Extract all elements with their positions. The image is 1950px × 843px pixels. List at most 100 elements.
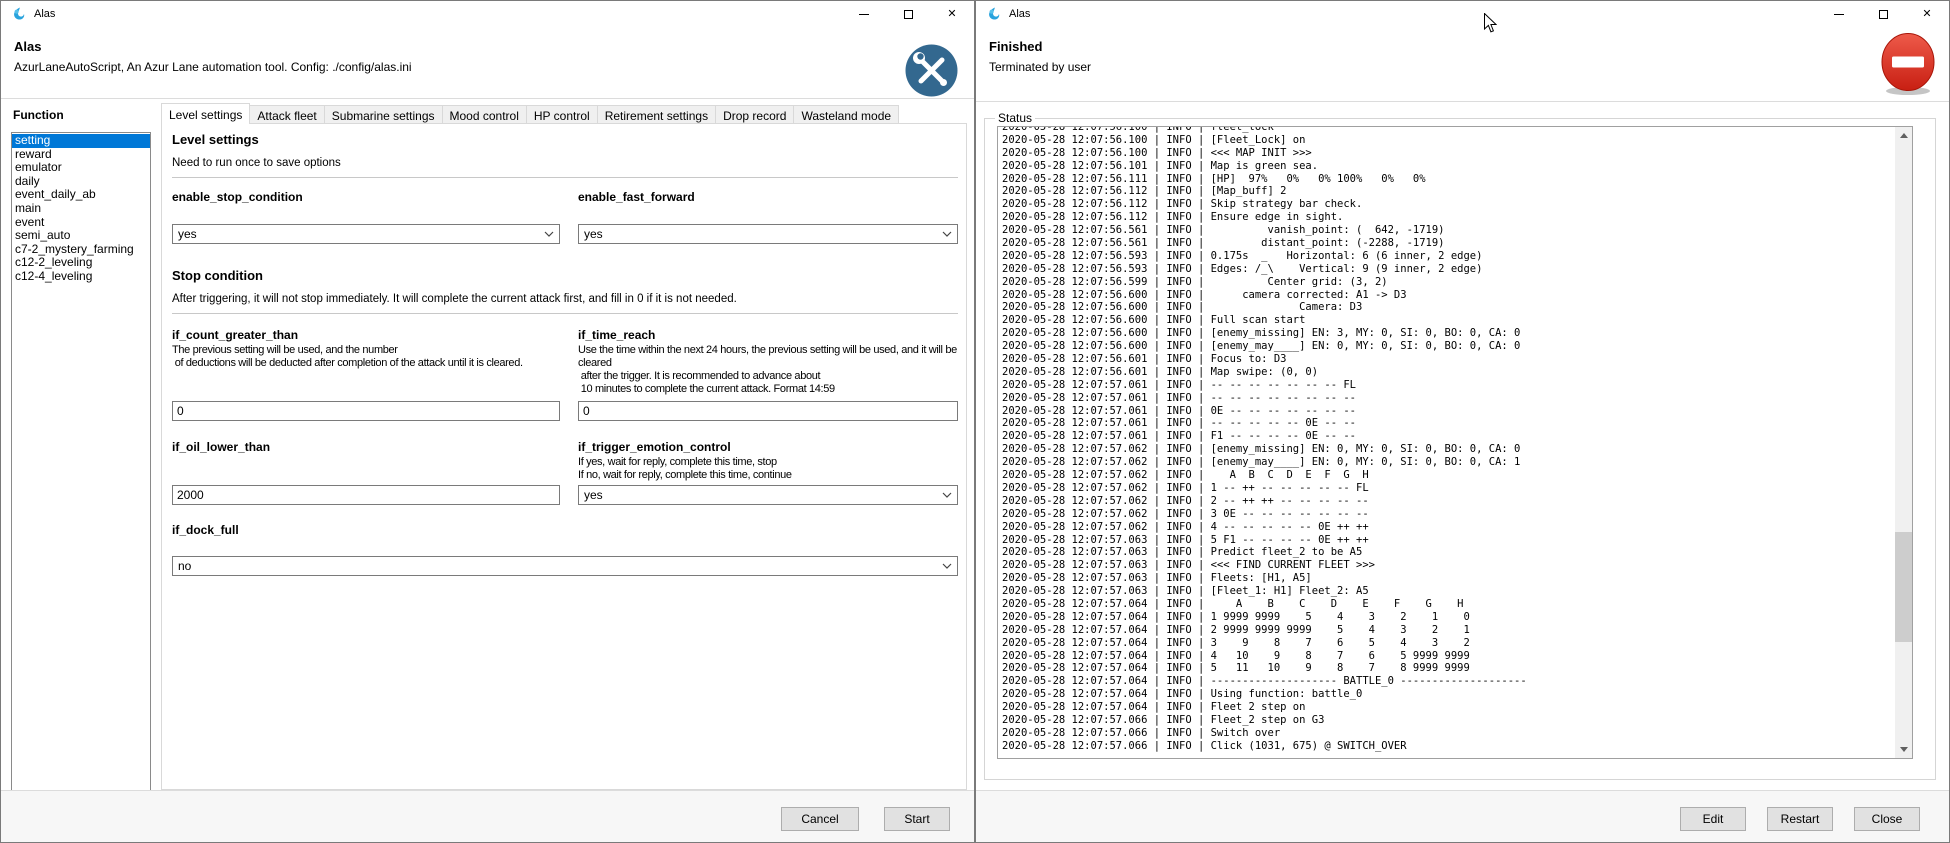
app-subtitle: AzurLaneAutoScript, An Azur Lane automat…	[14, 60, 412, 74]
minimize-icon	[859, 14, 869, 15]
function-list-item[interactable]: reward	[12, 148, 150, 162]
log-line: 2020-05-28 12:07:56.600 | INFO | camera …	[1002, 289, 1894, 302]
settings-tab[interactable]: Attack fleet	[249, 105, 324, 124]
edit-button[interactable]: Edit	[1680, 807, 1746, 831]
log-line: 2020-05-28 12:07:56.100 | INFO | fleet_l…	[1002, 126, 1894, 134]
chevron-down-icon	[942, 492, 952, 498]
scroll-down-button[interactable]	[1895, 741, 1912, 758]
enable-fast-forward-select[interactable]: yes	[578, 224, 958, 244]
window-title: Alas	[34, 8, 55, 20]
enable-stop-condition-value: yes	[178, 227, 197, 241]
close-button[interactable]: ✕	[1905, 1, 1949, 28]
maximize-button[interactable]	[1861, 1, 1905, 28]
field-desc-if-trigger-emotion-control: If yes, wait for reply, complete this ti…	[578, 456, 958, 484]
settings-tab[interactable]: Submarine settings	[324, 105, 443, 124]
footer: Edit Restart Close	[976, 791, 1949, 842]
if-dock-full-value: no	[178, 559, 191, 573]
if-count-greater-than-input[interactable]	[172, 401, 560, 421]
function-list-item[interactable]: main	[12, 202, 150, 216]
function-list-item[interactable]: c12-4_leveling	[12, 270, 150, 284]
settings-tab[interactable]: Drop record	[715, 105, 794, 124]
log-line: 2020-05-28 12:07:57.062 | INFO | 3 0E --…	[1002, 508, 1894, 521]
function-list-item[interactable]: c12-2_leveling	[12, 256, 150, 270]
enable-fast-forward-value: yes	[584, 227, 603, 241]
log-line: 2020-05-28 12:07:57.066 | INFO | Fleet_2…	[1002, 714, 1894, 727]
log-line: 2020-05-28 12:07:56.112 | INFO | [Map_bu…	[1002, 185, 1894, 198]
close-window-button[interactable]: Close	[1854, 807, 1920, 831]
log-line: 2020-05-28 12:07:56.112 | INFO | Skip st…	[1002, 198, 1894, 211]
function-list-item[interactable]: semi_auto	[12, 229, 150, 243]
titlebar: Alas ✕	[976, 1, 1949, 28]
log-line: 2020-05-28 12:07:57.066 | INFO | Click (…	[1002, 740, 1894, 753]
log-line: 2020-05-28 12:07:57.062 | INFO | 4 -- --…	[1002, 521, 1894, 534]
settings-tab[interactable]: Wasteland mode	[793, 105, 899, 124]
settings-tab[interactable]: Mood control	[442, 105, 527, 124]
minimize-icon	[1834, 14, 1844, 15]
settings-tab[interactable]: HP control	[526, 105, 598, 124]
function-list-item[interactable]: c7-2_mystery_farming	[12, 243, 150, 257]
function-list-item[interactable]: event_daily_ab	[12, 188, 150, 202]
close-button[interactable]: ✕	[930, 1, 974, 28]
scroll-up-button[interactable]	[1895, 127, 1912, 144]
log-view[interactable]: 2020-05-28 12:07:56.100 | INFO | fleet_l…	[997, 126, 1913, 759]
divider	[172, 177, 958, 178]
settings-tab[interactable]: Level settings	[161, 103, 250, 124]
close-icon: ✕	[1922, 9, 1931, 20]
log-line: 2020-05-28 12:07:57.063 | INFO | <<< FIN…	[1002, 559, 1894, 572]
log-line: 2020-05-28 12:07:57.062 | INFO | 2 -- ++…	[1002, 495, 1894, 508]
function-list-item[interactable]: setting	[12, 134, 150, 148]
function-list-item[interactable]: emulator	[12, 161, 150, 175]
chevron-down-icon	[942, 231, 952, 237]
log-line: 2020-05-28 12:07:57.061 | INFO | -- -- -…	[1002, 417, 1894, 430]
footer: Cancel Start	[1, 791, 974, 842]
function-list-item[interactable]: event	[12, 216, 150, 230]
if-trigger-emotion-control-select[interactable]: yes	[578, 485, 958, 505]
if-dock-full-select[interactable]: no	[172, 556, 958, 576]
arrow-up-icon	[1900, 133, 1908, 138]
field-label-if-dock-full: if_dock_full	[172, 523, 560, 537]
field-label-enable-stop-condition: enable_stop_condition	[172, 190, 560, 204]
function-panel-label: Function	[13, 108, 64, 122]
run-status-title: Finished	[989, 39, 1042, 54]
log-line: 2020-05-28 12:07:56.600 | INFO | [enemy_…	[1002, 340, 1894, 353]
log-line: 2020-05-28 12:07:56.600 | INFO | Camera:…	[1002, 301, 1894, 314]
minimize-button[interactable]	[1817, 1, 1861, 28]
maximize-icon	[1879, 10, 1888, 19]
field-label-if-trigger-emotion-control: if_trigger_emotion_control	[578, 440, 958, 454]
log-line: 2020-05-28 12:07:56.561 | INFO | distant…	[1002, 237, 1894, 250]
log-line: 2020-05-28 12:07:57.062 | INFO | 1 -- ++…	[1002, 482, 1894, 495]
restart-button[interactable]: Restart	[1767, 807, 1833, 831]
app-title: Alas	[14, 39, 41, 54]
start-button[interactable]: Start	[884, 807, 950, 831]
settings-tabbar: Level settings Attack fleet Submarine se…	[161, 103, 898, 124]
log-line: 2020-05-28 12:07:57.064 | INFO | 2 9999 …	[1002, 624, 1894, 637]
log-line: 2020-05-28 12:07:57.064 | INFO | 5 11 10…	[1002, 662, 1894, 675]
if-time-reach-input[interactable]	[578, 401, 958, 421]
log-line: 2020-05-28 12:07:57.064 | INFO | 4 10 9 …	[1002, 650, 1894, 663]
log-line: 2020-05-28 12:07:57.061 | INFO | 0E -- -…	[1002, 405, 1894, 418]
field-desc-if-count-greater-than: The previous setting will be used, and t…	[172, 344, 560, 398]
scrollbar-thumb[interactable]	[1895, 532, 1912, 642]
divider	[172, 313, 958, 314]
run-status-subtitle: Terminated by user	[989, 60, 1091, 74]
minimize-button[interactable]	[842, 1, 886, 28]
log-line: 2020-05-28 12:07:56.601 | INFO | Map swi…	[1002, 366, 1894, 379]
log-scrollbar[interactable]	[1895, 127, 1912, 758]
cancel-button[interactable]: Cancel	[781, 807, 859, 831]
log-line: 2020-05-28 12:07:57.062 | INFO | A B C D…	[1002, 469, 1894, 482]
settings-tab[interactable]: Retirement settings	[597, 105, 716, 124]
log-line: 2020-05-28 12:07:57.061 | INFO | F1 -- -…	[1002, 430, 1894, 443]
log-line: 2020-05-28 12:07:56.561 | INFO | vanish_…	[1002, 224, 1894, 237]
field-label-if-time-reach: if_time_reach	[578, 328, 958, 342]
log-line: 2020-05-28 12:07:56.599 | INFO | Center …	[1002, 276, 1894, 289]
log-line: 2020-05-28 12:07:57.064 | INFO | A B C D…	[1002, 598, 1894, 611]
field-label-if-oil-lower-than: if_oil_lower_than	[172, 440, 560, 454]
enable-stop-condition-select[interactable]: yes	[172, 224, 560, 244]
if-trigger-emotion-control-value: yes	[584, 488, 603, 502]
if-oil-lower-than-input[interactable]	[172, 485, 560, 505]
header-separator	[1, 98, 974, 99]
function-list[interactable]: setting reward emulator daily event_dail…	[11, 132, 151, 791]
function-list-item[interactable]: daily	[12, 175, 150, 189]
maximize-button[interactable]	[886, 1, 930, 28]
window-title: Alas	[1009, 8, 1030, 20]
